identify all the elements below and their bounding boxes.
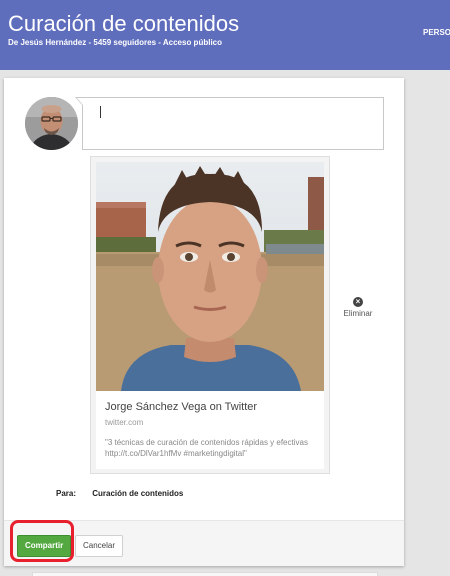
audience-label: Para:: [56, 489, 77, 498]
share-button[interactable]: Compartir: [17, 535, 72, 557]
link-preview-image: [96, 162, 324, 391]
remove-link-button[interactable]: × Eliminar: [340, 297, 376, 323]
share-dialog: Jorge Sánchez Vega on Twitter twitter.co…: [4, 78, 404, 566]
dialog-footer: Compartir Cancelar: [4, 520, 404, 566]
link-preview-meta: Jorge Sánchez Vega on Twitter twitter.co…: [96, 391, 324, 469]
audience-row: Para: Curación de contenidos: [56, 489, 183, 498]
text-caret: [100, 106, 101, 118]
cancel-button[interactable]: Cancelar: [75, 535, 124, 557]
link-title[interactable]: Jorge Sánchez Vega on Twitter: [105, 401, 257, 413]
next-post-edge: [32, 572, 378, 576]
remove-link-label[interactable]: Eliminar: [340, 309, 376, 318]
link-domain: twitter.com: [105, 418, 144, 427]
community-header: Curación de contenidos De Jesús Hernánde…: [0, 0, 450, 70]
post-text-input[interactable]: [83, 98, 383, 149]
community-title: Curación de contenidos: [8, 11, 240, 36]
close-circle-icon[interactable]: ×: [353, 297, 363, 307]
persona-tab[interactable]: PERSO: [423, 28, 450, 37]
avatar: [25, 97, 78, 150]
audience-value[interactable]: Curación de contenidos: [92, 489, 183, 498]
side-background: [404, 70, 450, 576]
post-composer[interactable]: [75, 97, 384, 150]
community-subtitle: De Jesús Hernández - 5459 seguidores - A…: [8, 38, 222, 47]
link-description: "3 técnicas de curación de contenidos rá…: [105, 438, 308, 458]
link-preview-card: Jorge Sánchez Vega on Twitter twitter.co…: [90, 156, 330, 474]
